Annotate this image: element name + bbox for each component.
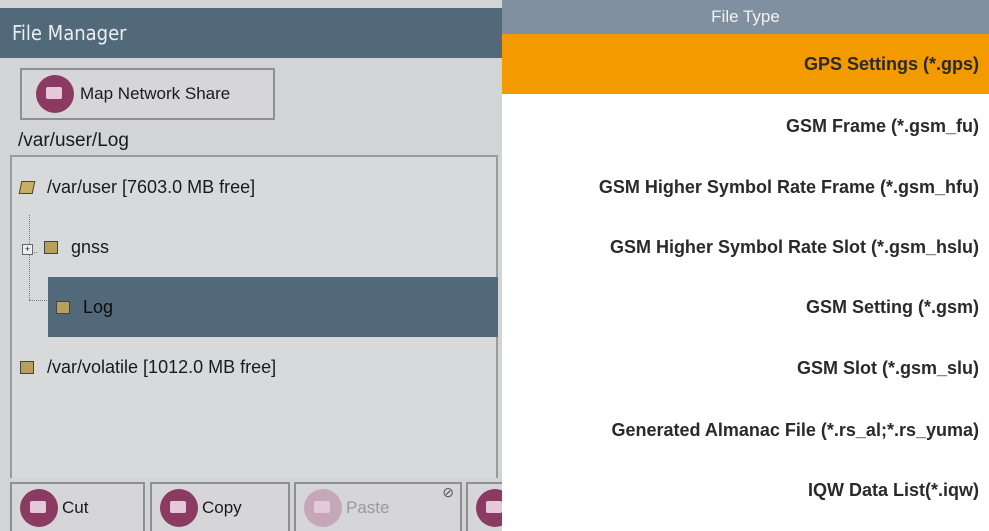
disabled-icon: ⊘ [442,484,454,500]
map-network-share-button[interactable]: Map Network Share [20,68,275,120]
file-type-dropdown: File Type GPS Settings (*.gps) GSM Frame… [502,0,989,531]
copy-label: Copy [202,497,242,517]
folder-icon [20,361,34,374]
cut-label: Cut [62,497,89,517]
file-type-header: File Type [502,0,989,34]
tree-item-log[interactable]: Log [48,277,498,337]
file-manager-panel: File Manager Map Network Share /var/user… [0,0,510,531]
open-folder-icon [18,181,36,194]
network-drive-icon [36,75,74,113]
file-type-option[interactable]: Generated Almanac File (*.rs_al;*.rs_yum… [502,400,989,460]
file-type-option[interactable]: GSM Higher Symbol Rate Slot (*.gsm_hslu) [502,217,989,277]
current-path: /var/user/Log [18,130,129,151]
file-toolbar: Cut Copy Paste ⊘ [0,478,510,531]
copy-icon [160,488,198,527]
file-type-option[interactable]: GSM Slot (*.gsm_slu) [502,338,989,398]
file-type-option[interactable]: GPS Settings (*.gps) [502,34,989,94]
paste-label: Paste [346,497,390,517]
tree-item-var-volatile[interactable]: /var/volatile [1012.0 MB free] [20,337,276,397]
tree-item-gnss[interactable]: + gnss [22,217,109,277]
directory-tree[interactable]: /var/user [7603.0 MB free] + gnss Log /v… [10,155,498,480]
tree-item-label: gnss [71,237,110,257]
tree-item-label: /var/volatile [1012.0 MB free] [47,357,277,377]
clipboard-icon [304,488,342,527]
scissors-icon [20,488,58,527]
tree-item-label: /var/user [7603.0 MB free] [47,177,256,197]
folder-icon [44,241,59,254]
expand-icon[interactable]: + [22,244,33,255]
map-network-share-label: Map Network Share [80,84,231,103]
folder-icon [56,301,70,314]
file-type-option[interactable]: GSM Frame (*.gsm_fu) [502,96,989,156]
file-manager-title: File Manager [0,8,510,58]
tree-item-var-user[interactable]: /var/user [7603.0 MB free] [18,157,256,217]
file-type-option[interactable]: IQW Data List(*.iqw) [502,460,989,520]
file-type-option[interactable]: GSM Higher Symbol Rate Frame (*.gsm_hfu) [502,157,989,217]
file-type-option[interactable]: GSM Setting (*.gsm) [502,277,989,337]
copy-button[interactable]: Copy [150,482,290,531]
tree-item-label: Log [83,297,114,317]
paste-button[interactable]: Paste ⊘ [294,482,462,531]
cut-button[interactable]: Cut [10,482,145,531]
